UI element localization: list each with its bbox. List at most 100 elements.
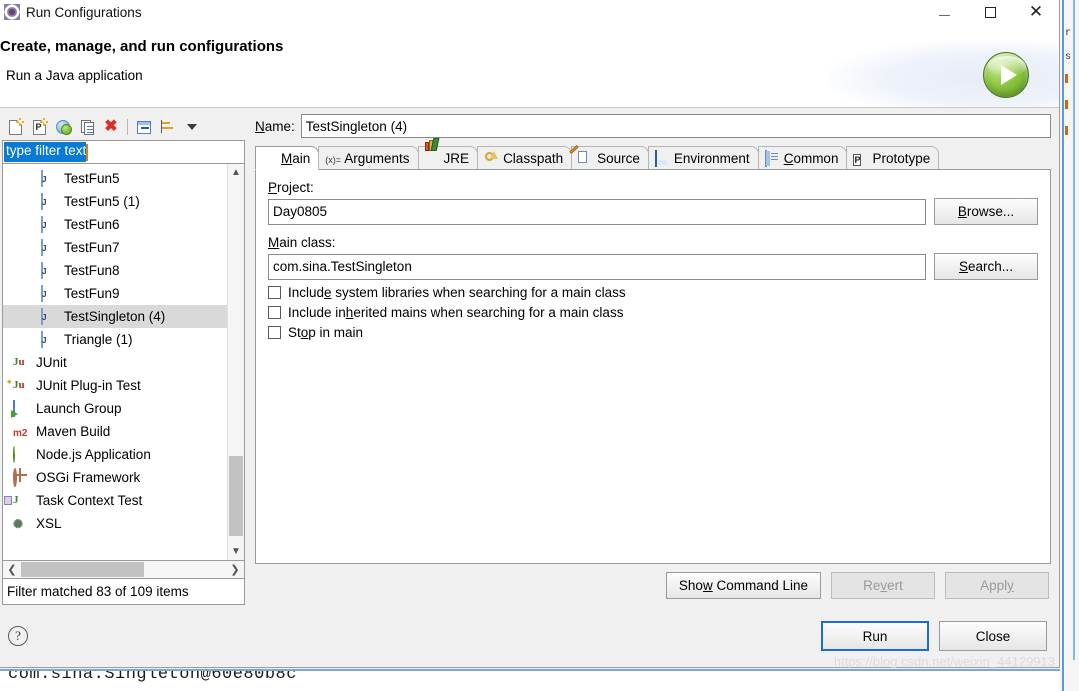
task-context-icon: J xyxy=(4,493,29,509)
copy-sheet-front xyxy=(83,121,94,135)
apply-button: Apply xyxy=(945,572,1049,599)
new-prototype-icon[interactable]: P xyxy=(28,116,50,138)
text-cursor xyxy=(86,143,89,161)
collapse-header xyxy=(138,121,150,125)
filter-arrows-glyph xyxy=(161,120,175,134)
tab-classpath[interactable]: Classpath xyxy=(477,146,573,169)
tab-arguments[interactable]: (x)= Arguments xyxy=(318,146,419,169)
caret-down-glyph xyxy=(187,124,197,130)
tree-item-label: TestSingleton (4) xyxy=(64,309,166,324)
project-input[interactable] xyxy=(268,198,926,225)
background-ide-sliver: r s xyxy=(1060,0,1079,691)
run-button[interactable]: Run xyxy=(821,621,929,651)
view-menu-caret-icon[interactable] xyxy=(181,116,203,138)
tree-item-node-js-application[interactable]: Node.js Application xyxy=(3,443,227,466)
tree-item-testfun6[interactable]: J TestFun6 xyxy=(3,213,227,236)
nodejs-icon xyxy=(13,445,15,463)
vertical-scroll-thumb[interactable] xyxy=(229,456,243,536)
tree-item-triangle-1[interactable]: J Triangle (1) xyxy=(3,328,227,351)
vertical-scroll-track[interactable] xyxy=(228,181,244,543)
tree-item-junit[interactable]: Ju JUnit xyxy=(3,351,227,374)
include-inherited-mains-checkbox-row[interactable]: Include inherited mains when searching f… xyxy=(268,305,1038,320)
tree-item-label: OSGi Framework xyxy=(36,470,141,485)
configuration-name-input[interactable] xyxy=(300,114,1051,138)
scroll-up-arrow-icon[interactable]: ▲ xyxy=(228,164,244,181)
tree-item-testfun8[interactable]: J TestFun8 xyxy=(3,259,227,282)
configurations-tree[interactable]: J TestFun5 J TestFun5 (1) J TestFun6 J TestFun7… xyxy=(2,164,245,561)
toolbar-separator xyxy=(127,119,128,135)
browse-button[interactable]: Browse... xyxy=(934,198,1038,225)
new-page-glyph xyxy=(8,117,24,135)
tree-item-label: Task Context Test xyxy=(36,493,143,508)
tab-jre[interactable]: JRE xyxy=(417,137,479,169)
stop-in-main-checkbox[interactable] xyxy=(268,326,281,339)
collapse-all-icon[interactable] xyxy=(133,116,155,138)
tab-environment[interactable]: Environment xyxy=(647,146,759,169)
environment-tab-icon xyxy=(654,149,657,167)
export-launch-configuration-icon[interactable] xyxy=(52,116,74,138)
stop-in-main-checkbox-row[interactable]: Stop in main xyxy=(268,325,1038,340)
main-class-input[interactable] xyxy=(268,253,926,280)
java-application-icon: J xyxy=(41,238,57,256)
copy-line xyxy=(86,125,93,127)
close-icon: ✕ xyxy=(1028,1,1044,22)
tree-item-launch-group[interactable]: Launch Group xyxy=(3,397,227,420)
show-command-line-button[interactable]: Show Command Line xyxy=(665,572,821,599)
include-system-libraries-checkbox-row[interactable]: Include system libraries when searching … xyxy=(268,285,1038,300)
tree-item-testsingleton-4[interactable]: J TestSingleton (4) xyxy=(3,305,227,328)
filter-input[interactable]: type filter text xyxy=(2,140,245,164)
search-button[interactable]: Search... xyxy=(934,253,1038,280)
horizontal-scroll-track[interactable] xyxy=(21,561,226,578)
close-window-button[interactable]: ✕ xyxy=(1013,0,1059,24)
project-group: Project: Browse... xyxy=(268,180,1038,225)
include-inherited-mains-checkbox[interactable] xyxy=(268,306,281,319)
maximize-icon xyxy=(984,6,996,18)
tab-prototype[interactable]: P Prototype xyxy=(846,146,940,169)
tree-item-testfun5-1[interactable]: J TestFun5 (1) xyxy=(3,190,227,213)
tree-vertical-scrollbar[interactable]: ▲ ▼ xyxy=(227,164,244,560)
tree-item-maven-build[interactable]: m2 Maven Build xyxy=(3,420,227,443)
screen: r s com.sina.Singleton@60e80b8c Run Conf… xyxy=(0,0,1079,691)
java-application-icon: J xyxy=(41,284,46,302)
tree-item-junit-plug-in-test[interactable]: Ju ✦ JUnit Plug-in Test xyxy=(3,374,227,397)
help-icon[interactable]: ? xyxy=(8,626,28,646)
tree-item-task-context-test[interactable]: J Task Context Test xyxy=(3,489,227,512)
icon-letters: Ju xyxy=(13,355,25,368)
editor-actions: Show Command Line Revert Apply xyxy=(255,564,1051,605)
tree-item-testfun9[interactable]: J TestFun9 xyxy=(3,282,227,305)
close-button[interactable]: Close xyxy=(939,621,1047,651)
java-application-icon: J xyxy=(41,169,57,187)
classpath-tab-icon xyxy=(484,151,499,166)
tree-item-osgi-framework[interactable]: OSGi Framework xyxy=(3,466,227,489)
filter-status-text: Filter matched 83 of 109 items xyxy=(2,579,245,605)
watermark: https://blog.csdn.net/weixin_44129913 xyxy=(833,654,1055,669)
tree-horizontal-scrollbar[interactable]: ❮ ❯ xyxy=(2,561,245,579)
tree-item-testfun7[interactable]: J TestFun7 xyxy=(3,236,227,259)
delete-icon[interactable]: ✖ xyxy=(100,116,122,138)
tree-item-label: Node.js Application xyxy=(36,447,151,462)
tree-item-testfun5[interactable]: J TestFun5 xyxy=(3,167,227,190)
include-system-libraries-checkbox[interactable] xyxy=(268,286,281,299)
tab-label: Main xyxy=(281,150,311,166)
minimize-button[interactable] xyxy=(921,0,967,24)
duplicate-icon[interactable] xyxy=(76,116,98,138)
scroll-down-arrow-icon[interactable]: ▼ xyxy=(228,543,244,560)
xsl-icon: ✺ xyxy=(13,516,29,532)
tab-main[interactable]: Main xyxy=(255,146,320,170)
maximize-button[interactable] xyxy=(967,0,1013,24)
banner-title: Create, manage, and run configurations xyxy=(0,38,284,55)
scroll-left-arrow-icon[interactable]: ❮ xyxy=(3,563,21,576)
filter-launch-configurations-icon[interactable] xyxy=(157,116,179,138)
scroll-right-arrow-icon[interactable]: ❯ xyxy=(226,563,244,576)
java-application-icon: J xyxy=(41,261,46,279)
new-launch-configuration-icon[interactable] xyxy=(4,116,26,138)
tree-item-label: TestFun8 xyxy=(64,263,120,278)
tree-item-label: Launch Group xyxy=(36,401,122,416)
ide-sliver-marker xyxy=(1065,126,1068,135)
tab-common[interactable]: Common xyxy=(757,146,848,169)
tab-source[interactable]: Source xyxy=(569,144,649,169)
run-configurations-gear-icon xyxy=(4,4,20,20)
horizontal-scroll-thumb[interactable] xyxy=(21,562,144,577)
tree-item-xsl[interactable]: ✺ XSL xyxy=(3,512,227,535)
run-configurations-dialog: Run Configurations ✕ Create, manage, and… xyxy=(0,0,1060,669)
